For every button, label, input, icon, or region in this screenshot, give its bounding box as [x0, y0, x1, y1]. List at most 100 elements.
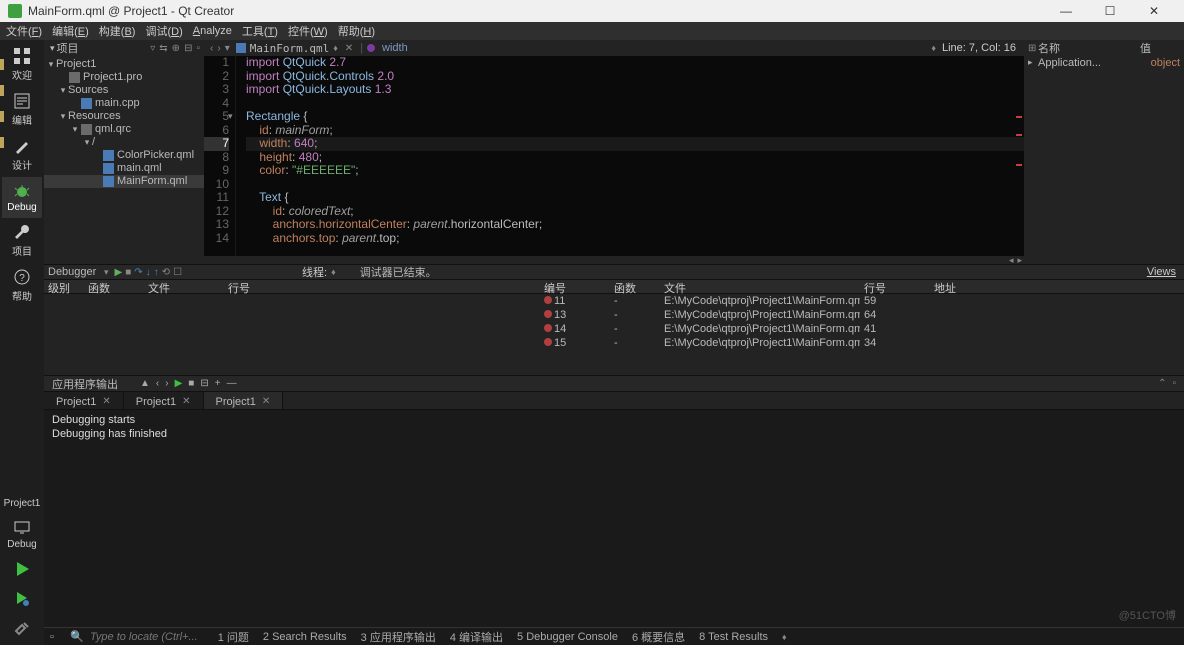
out-remove-icon[interactable]: — [227, 378, 237, 389]
record-icon[interactable]: ☐ [173, 267, 182, 278]
tree-sources[interactable]: ▾Sources [44, 84, 204, 97]
mode-help[interactable]: ? 帮助 [2, 263, 42, 308]
out-collapse-icon[interactable]: ⌃ [1158, 378, 1166, 389]
debug-run-button[interactable] [2, 585, 42, 615]
breakpoints-table[interactable]: 编号 函数 文件 行号 地址 11-E:\MyCode\qtproj\Proje… [540, 280, 1184, 375]
sb-search[interactable]: 2 Search Results [263, 631, 347, 643]
back-icon[interactable]: ‹ [210, 43, 213, 54]
continue-icon[interactable]: ▶ [115, 267, 123, 278]
thread-dropdown-icon[interactable]: ♦ [331, 267, 336, 277]
bp-row[interactable]: 15-E:\MyCode\qtproj\Project1\MainForm.qm… [540, 336, 1184, 350]
output-tab-2[interactable]: Project1✕ [124, 392, 204, 409]
tab-close-icon[interactable]: ✕ [182, 396, 190, 407]
sb-dbgconsole[interactable]: 5 Debugger Console [517, 631, 618, 643]
out-prev-icon[interactable]: ‹ [156, 378, 159, 389]
editor-hscroll[interactable]: ◂ ▸ [44, 256, 1184, 264]
menu-tools[interactable]: 工具(T) [242, 23, 278, 39]
debugger-dropdown-icon[interactable]: ▾ [104, 267, 109, 278]
tree-maincpp[interactable]: main.cpp [44, 97, 204, 110]
crumb-dropdown-icon[interactable]: ♦ [931, 43, 936, 53]
editor-tab-filename[interactable]: MainForm.qml [250, 42, 329, 55]
tab-close-icon[interactable]: ✕ [262, 396, 270, 407]
minimize-button[interactable]: — [1044, 4, 1088, 18]
build-button[interactable] [2, 615, 42, 645]
rp-plus-icon[interactable]: ⊞ [1028, 43, 1038, 54]
menu-edit[interactable]: 编辑(E) [52, 23, 89, 39]
step-over-icon[interactable]: ↷ [134, 267, 142, 278]
plus-icon[interactable]: ⊕ [172, 43, 180, 54]
sb-appout[interactable]: 3 应用程序输出 [361, 629, 436, 645]
sync-icon[interactable]: ⇆ [159, 43, 167, 54]
out-next-icon[interactable]: › [165, 378, 168, 389]
step-into-icon[interactable]: ↓ [146, 267, 151, 278]
maximize-button[interactable]: ☐ [1088, 4, 1132, 18]
close-button[interactable]: ✕ [1132, 4, 1176, 18]
output-tab-1[interactable]: Project1✕ [44, 392, 124, 409]
tab-close-icon[interactable]: ✕ [342, 43, 356, 54]
step-out-icon[interactable]: ↑ [154, 267, 159, 278]
tab-close-icon[interactable]: ✕ [102, 396, 110, 407]
sb-compile[interactable]: 4 编译输出 [450, 629, 503, 645]
mode-projects[interactable]: 项目 [2, 218, 42, 263]
views-toggle[interactable]: Views [1147, 266, 1180, 278]
menu-file[interactable]: 文件(F) [6, 23, 42, 39]
out-run-icon[interactable]: ▶ [175, 378, 183, 389]
menu-help[interactable]: 帮助(H) [338, 23, 375, 39]
menu-controls[interactable]: 控件(W) [288, 23, 328, 39]
menu-analyze[interactable]: Analyze [193, 25, 232, 37]
mode-edit[interactable]: 编辑 [2, 87, 42, 132]
mode-debug[interactable]: Debug [2, 177, 42, 218]
kit-debug[interactable]: Debug [2, 514, 42, 555]
out-pin-icon[interactable]: ▲ [140, 378, 150, 389]
out-stop-icon[interactable]: ■ [188, 378, 194, 389]
sb-general[interactable]: 6 概要信息 [632, 629, 685, 645]
tree-resources[interactable]: ▾Resources [44, 110, 204, 123]
menu-build[interactable]: 构建(B) [99, 23, 136, 39]
tree-pro[interactable]: Project1.pro [44, 71, 204, 84]
expand-icon[interactable]: ▸ [1028, 57, 1038, 69]
bp-row[interactable]: 14-E:\MyCode\qtproj\Project1\MainForm.qm… [540, 322, 1184, 336]
tree-qrc[interactable]: ▾qml.qrc [44, 123, 204, 136]
output-tab-3[interactable]: Project1✕ [204, 392, 284, 409]
kit-project[interactable]: Project1 [2, 493, 42, 514]
out-attach-icon[interactable]: ⊟ [200, 378, 208, 389]
project-tree[interactable]: ▾Project1 Project1.pro ▾Sources main.cpp… [44, 56, 204, 256]
split-icon[interactable]: ⊟ [184, 43, 192, 54]
search-icon[interactable]: 🔍 [70, 630, 82, 643]
sb-toggle-icon[interactable]: ▫ [50, 631, 62, 643]
locals-row[interactable]: ▸ Application... object [1024, 56, 1184, 70]
bp-row[interactable]: 13-E:\MyCode\qtproj\Project1\MainForm.qm… [540, 308, 1184, 322]
tree-mainqml[interactable]: main.qml [44, 162, 204, 175]
sb-toggle-up-icon[interactable]: ♦ [782, 632, 787, 642]
locator-input[interactable]: Type to locate (Ctrl+... [90, 631, 198, 643]
sb-tests[interactable]: 8 Test Results [699, 631, 768, 643]
output-scrollbar[interactable] [1174, 410, 1182, 627]
stop-icon[interactable]: ■ [125, 267, 131, 278]
out-close-icon[interactable]: ▫ [1172, 378, 1176, 389]
output-pane[interactable]: Debugging starts Debugging has finished … [44, 410, 1184, 627]
tab-dropdown-icon[interactable]: ♦ [333, 43, 338, 53]
symbol-crumb[interactable]: width [382, 42, 408, 54]
editor-content[interactable]: import QtQuick 2.7 import QtQuick.Contro… [236, 56, 1024, 256]
tree-mainform[interactable]: MainForm.qml [44, 175, 204, 188]
out-add-icon[interactable]: + [215, 378, 221, 389]
tree-root[interactable]: ▾Project1 [44, 58, 204, 71]
code-editor[interactable]: 1234 5678 9101112 1314 import QtQuick 2.… [204, 56, 1024, 256]
tree-colorpicker[interactable]: ColorPicker.qml [44, 149, 204, 162]
mode-design[interactable]: 设计 [2, 132, 42, 177]
mode-welcome[interactable]: 欢迎 [2, 42, 42, 87]
history-icon[interactable]: ▾ [225, 43, 230, 54]
close-pane-icon[interactable]: ▫ [196, 43, 200, 54]
menu-debug[interactable]: 调试(D) [145, 23, 182, 39]
forward-icon[interactable]: › [217, 43, 220, 54]
fold-icon[interactable]: ▾ [228, 110, 233, 124]
line-col-indicator[interactable]: Line: 7, Col: 16 [942, 42, 1024, 54]
filter-icon[interactable]: ▿ [150, 43, 155, 54]
bp-row[interactable]: 11-E:\MyCode\qtproj\Project1\MainForm.qm… [540, 294, 1184, 308]
stack-frames-table[interactable]: 级别 函数 文件 行号 [44, 280, 540, 375]
dropdown-icon[interactable]: ▾ [50, 43, 55, 54]
restart-icon[interactable]: ⟲ [162, 267, 170, 278]
run-button[interactable] [2, 555, 42, 585]
sb-issues[interactable]: 1 问题 [218, 629, 249, 645]
tree-slash[interactable]: ▾/ [44, 136, 204, 149]
